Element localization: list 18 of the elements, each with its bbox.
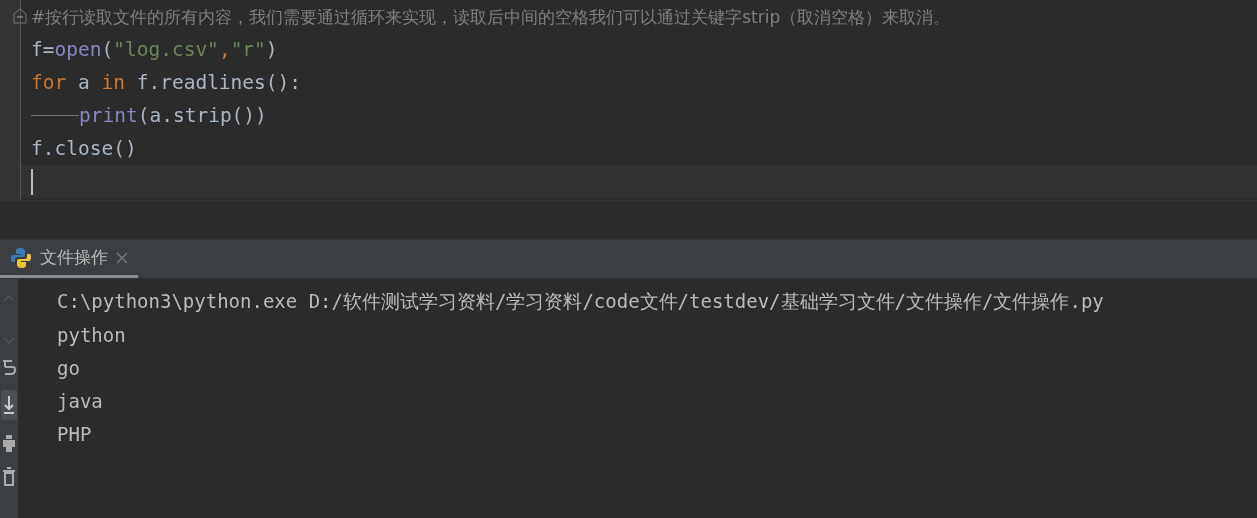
- code-comment: #按行读取文件的所有内容，我们需要通过循环来实现，读取后中间的空格我们可以通过关键字strip（取消空格）来取消。: [31, 5, 951, 29]
- code-line: f=open("log.csv","r"): [31, 38, 278, 61]
- fold-icon[interactable]: [13, 8, 27, 24]
- scroll-to-end-icon[interactable]: [1, 390, 17, 420]
- soft-wrap-icon[interactable]: [2, 359, 16, 377]
- close-icon[interactable]: [116, 251, 128, 264]
- console-output-line: go: [57, 356, 80, 379]
- console-output-line: python: [57, 323, 126, 346]
- console-output-line: C:\python3\python.exe D:/软件测试学习资料/学习资料/code文件/testdev/基础学习文件/文件操作/文件操作.py: [57, 288, 1104, 314]
- console-output-line: java: [57, 389, 103, 412]
- code-line: f.close(): [31, 137, 137, 160]
- text-cursor: [31, 168, 33, 195]
- print-icon[interactable]: [2, 433, 16, 453]
- python-logo-icon: [10, 246, 32, 269]
- code-line: for a in f.readlines():: [31, 71, 302, 94]
- code-line: print(a.strip()): [79, 104, 267, 127]
- console-output-line: PHP: [57, 422, 92, 445]
- trash-icon[interactable]: [2, 466, 16, 486]
